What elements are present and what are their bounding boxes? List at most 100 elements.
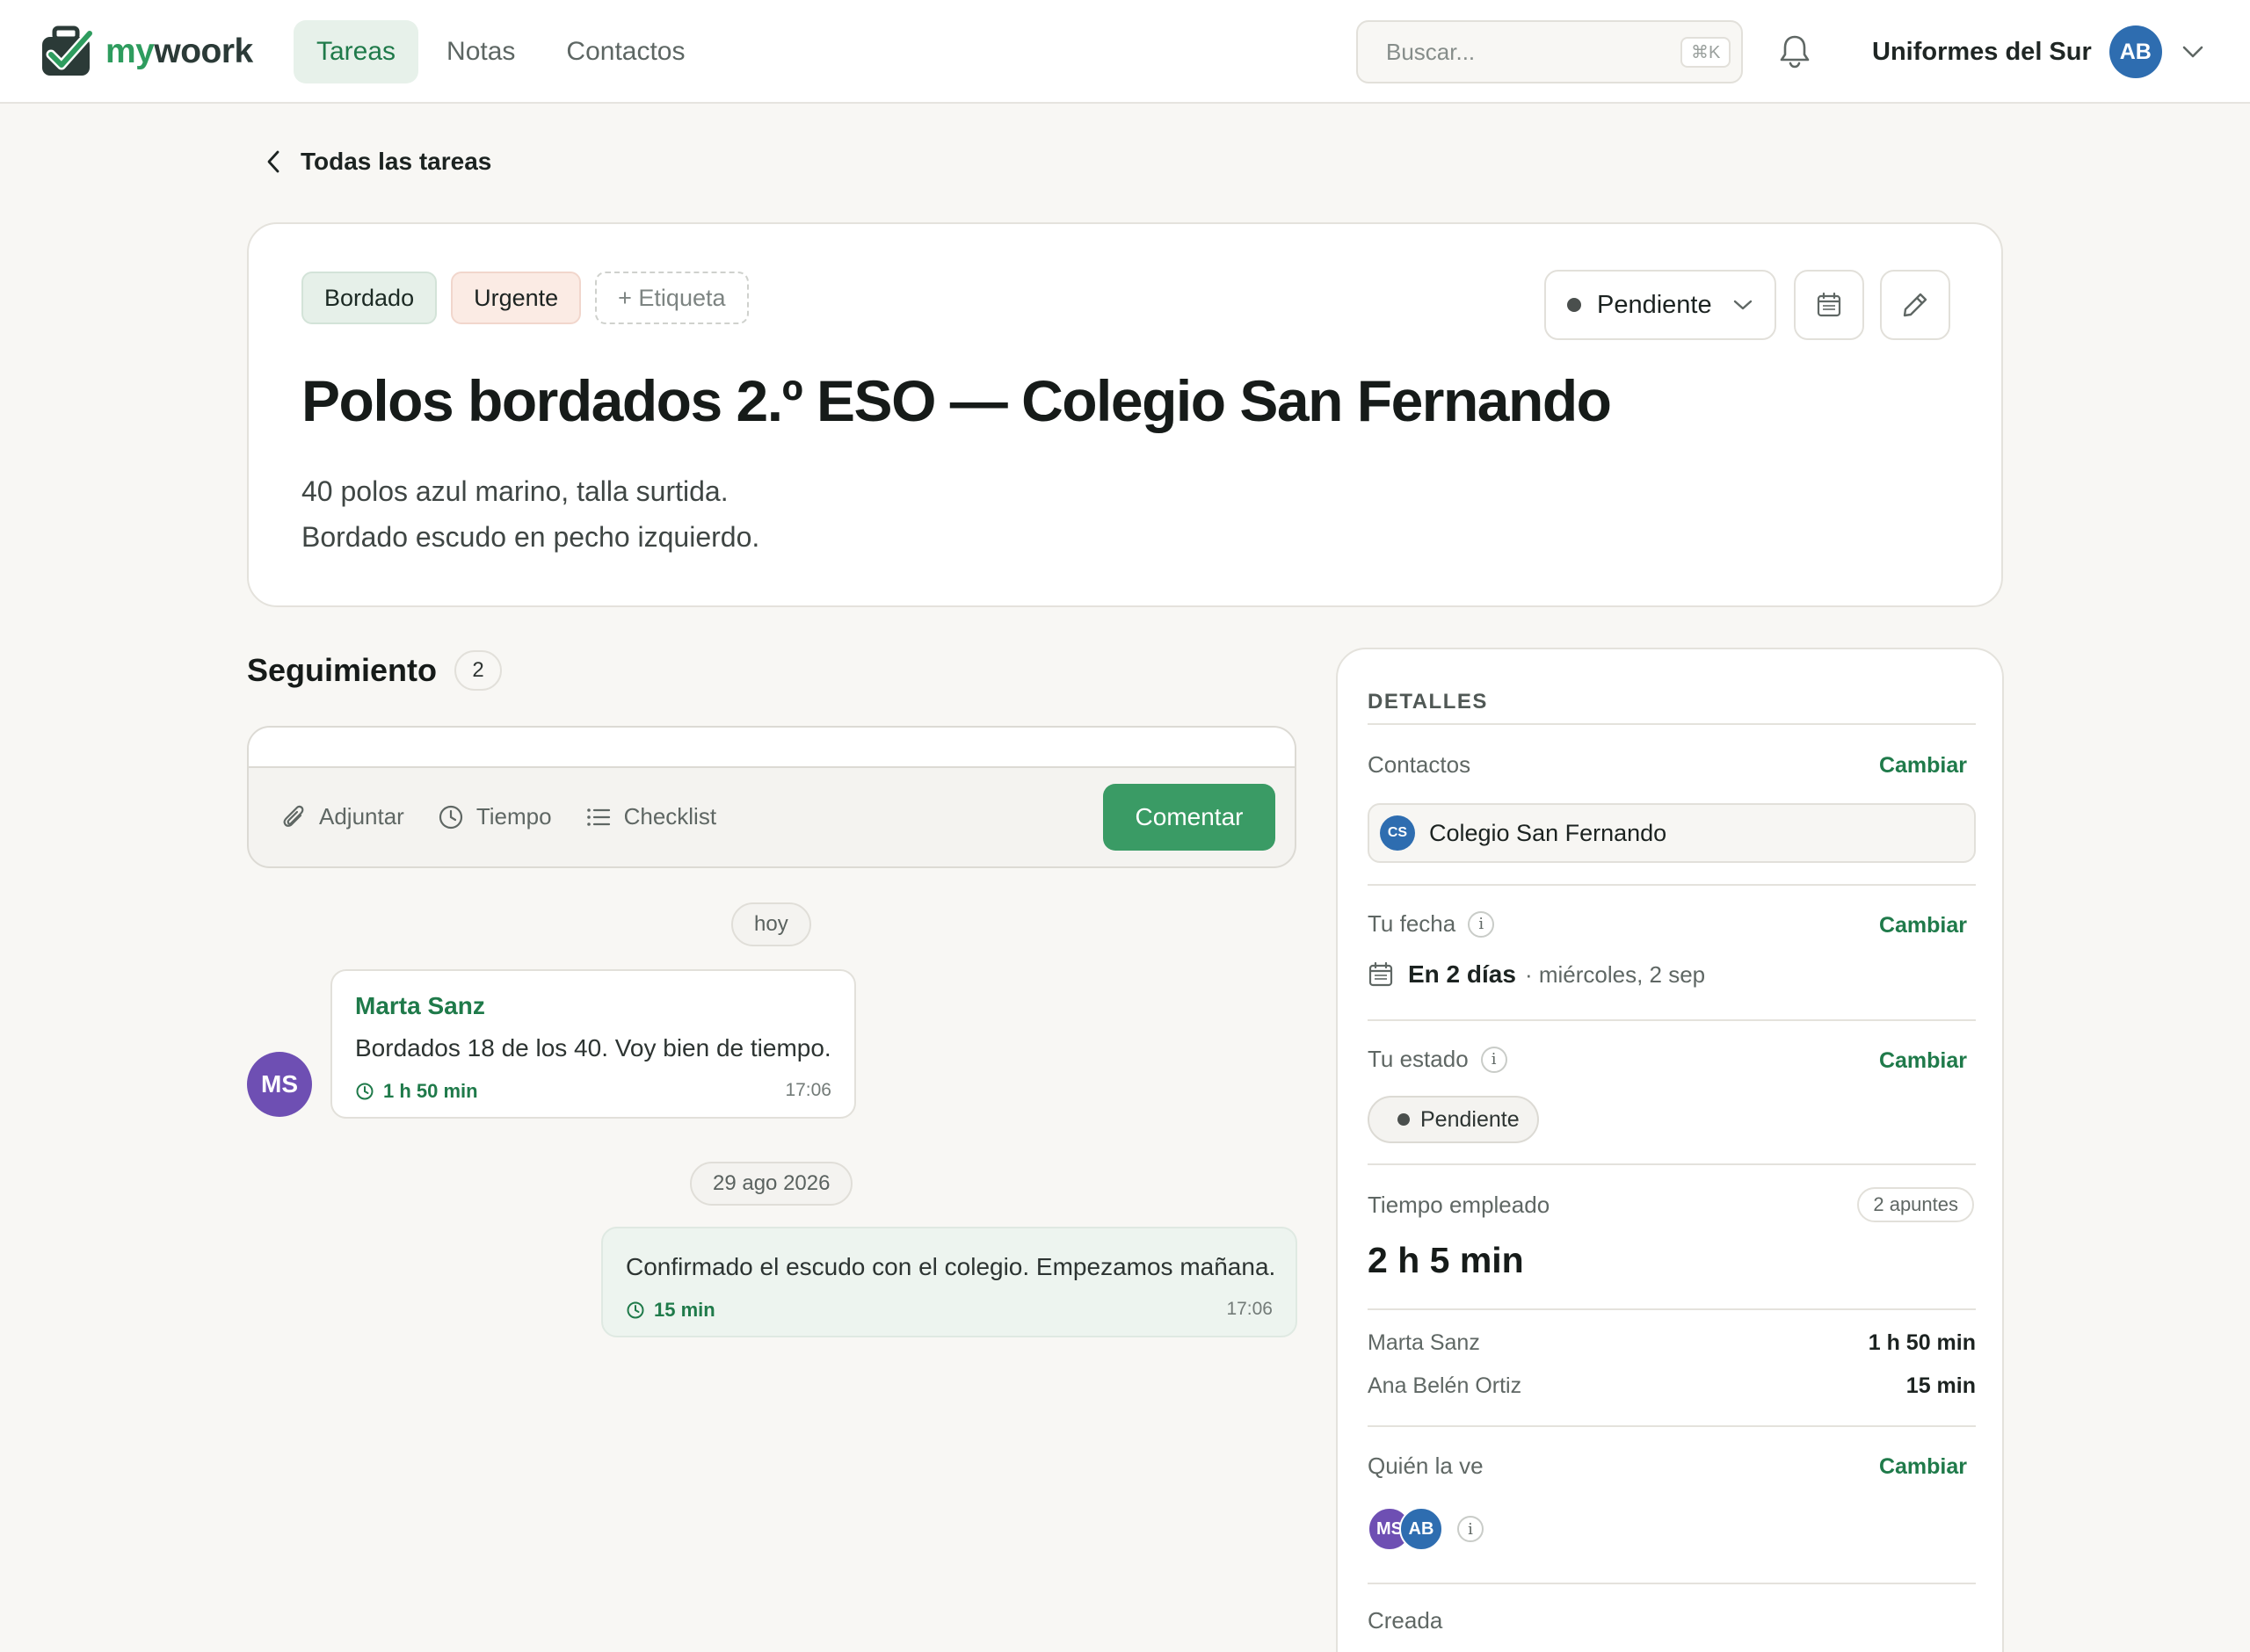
change-contacts-link[interactable]: Cambiar [1879, 753, 1967, 779]
top-bar: mywoork Tareas Notas Contactos ⌘K Unifor… [0, 0, 2250, 104]
comment-text: Bordados 18 de los 40. Voy bien de tiemp… [355, 1034, 831, 1061]
comment-author: Marta Sanz [355, 992, 485, 1019]
avatar: AB [2108, 25, 2162, 78]
status-dot [1397, 1113, 1410, 1126]
time-breakdown-amount: 15 min [1905, 1373, 1976, 1398]
tag-urgente[interactable]: Urgente [451, 272, 582, 324]
state-value: Pendiente [1420, 1106, 1520, 1132]
time-spent-total: 2 h 5 min [1368, 1240, 1524, 1280]
details-panel: DETALLES Contactos Cambiar CS Colegio Sa… [1336, 648, 2004, 1652]
date-separator: 29 ago 2026 [690, 1162, 853, 1206]
date-label-row: Tu fecha i [1368, 910, 1495, 938]
comment-duration: 1 h 50 min [355, 1080, 478, 1103]
details-heading: DETALLES [1368, 690, 1488, 714]
time-breakdown-amount: 1 h 50 min [1868, 1330, 1976, 1355]
comment-bubble: Marta Sanz Bordados 18 de los 40. Voy bi… [330, 969, 856, 1119]
followup-header: Seguimiento 2 [247, 650, 503, 691]
search-input[interactable] [1386, 38, 1680, 66]
bell-icon[interactable] [1779, 33, 1811, 69]
tag-list: Bordado Urgente + Etiqueta [301, 272, 749, 324]
change-state-link[interactable]: Cambiar [1879, 1048, 1967, 1074]
time-breakdown-person: Marta Sanz [1368, 1330, 1480, 1355]
task-card: Bordado Urgente + Etiqueta Pendiente Pol… [247, 222, 2003, 607]
time-label: Tiempo [475, 803, 552, 830]
viewer-avatars: MS AB i [1368, 1507, 1484, 1551]
divider [1368, 1308, 1976, 1310]
date-value: En 2 días · miércoles, 2 sep [1368, 960, 1705, 989]
comment-text: Confirmado el escudo con el colegio. Emp… [626, 1253, 1276, 1280]
composer-toolbar: Adjuntar Tiempo Checklist [282, 803, 716, 830]
state-label-row: Tu estado i [1368, 1046, 1507, 1073]
divider [1368, 1425, 1976, 1427]
change-visibility-link[interactable]: Cambiar [1879, 1454, 1967, 1480]
task-description: 40 polos azul marino, talla surtida. Bor… [301, 468, 759, 560]
chevron-left-icon [267, 150, 279, 173]
state-badge[interactable]: Pendiente [1368, 1096, 1539, 1143]
brand-name: mywoork [105, 33, 253, 70]
comment-composer: Adjuntar Tiempo Checklist Comentar [247, 726, 1296, 868]
divider [1368, 1163, 1976, 1165]
main-nav: Tareas Notas Contactos [294, 20, 708, 83]
status-dropdown[interactable]: Pendiente [1544, 270, 1776, 340]
list-icon [586, 808, 610, 826]
followup-count-badge: 2 [454, 650, 503, 691]
account-name: Uniformes del Sur [1872, 37, 2092, 66]
calendar-icon [1817, 292, 1841, 317]
change-date-link[interactable]: Cambiar [1879, 913, 1967, 938]
brand-logo[interactable]: mywoork [40, 25, 253, 79]
date-relative: En 2 días [1408, 960, 1516, 988]
task-description-line: Bordado escudo en pecho izquierdo. [301, 521, 760, 553]
time-breakdown-row: Marta Sanz 1 h 50 min [1368, 1330, 1976, 1356]
info-icon[interactable]: i [1468, 910, 1495, 938]
attach-button[interactable]: Adjuntar [282, 803, 404, 830]
chevron-down-icon [1733, 300, 1753, 310]
pencil-icon [1903, 293, 1927, 317]
add-tag-button[interactable]: + Etiqueta [595, 272, 749, 324]
followup-title: Seguimiento [247, 652, 438, 688]
info-icon[interactable]: i [1457, 1516, 1484, 1542]
date-label: Tu fecha [1368, 910, 1456, 937]
contact-chip[interactable]: CS Colegio San Fernando [1368, 803, 1976, 863]
divider [1368, 1583, 1976, 1584]
contacts-label: Contactos [1368, 751, 1471, 778]
created-label: Creada [1368, 1607, 1443, 1634]
back-link[interactable]: Todas las tareas [265, 148, 491, 176]
notes-count-badge: 2 apuntes [1857, 1187, 1974, 1222]
account-menu[interactable]: Uniformes del Sur AB [1872, 25, 2204, 79]
time-spent-label: Tiempo empleado [1368, 1192, 1550, 1218]
checklist-label: Checklist [623, 803, 717, 830]
task-description-line: 40 polos azul marino, talla surtida. [301, 475, 729, 507]
date-separator: hoy [731, 902, 811, 946]
avatar: CS [1380, 815, 1415, 851]
tab-notas[interactable]: Notas [424, 20, 538, 83]
avatar: MS [247, 1052, 312, 1117]
tab-contactos[interactable]: Contactos [543, 20, 708, 83]
date-absolute: · miércoles, 2 sep [1524, 960, 1706, 988]
tag-bordado[interactable]: Bordado [301, 272, 438, 324]
comment-button[interactable]: Comentar [1103, 784, 1275, 851]
search-box[interactable]: ⌘K [1356, 20, 1743, 83]
info-icon[interactable]: i [1480, 1046, 1507, 1073]
edit-button[interactable] [1880, 270, 1950, 340]
comment-time: 17:06 [785, 1080, 831, 1100]
visibility-label: Quién la ve [1368, 1453, 1484, 1479]
tab-tareas[interactable]: Tareas [294, 20, 419, 83]
task-title: Polos bordados 2.º ESO — Colegio San Fer… [301, 368, 1612, 433]
comment-bubble-own: Confirmado el escudo con el colegio. Emp… [601, 1227, 1297, 1337]
comment-time: 17:06 [1226, 1299, 1273, 1319]
comment-input[interactable] [249, 728, 1295, 768]
clock-icon [627, 1301, 644, 1319]
comment-duration-label: 1 h 50 min [383, 1080, 478, 1102]
time-breakdown-row: Ana Belén Ortiz 15 min [1368, 1373, 1976, 1399]
calendar-button[interactable] [1794, 270, 1864, 340]
calendar-icon [1368, 961, 1393, 987]
contact-name: Colegio San Fernando [1429, 819, 1667, 846]
time-button[interactable]: Tiempo [438, 803, 552, 830]
chevron-down-icon [2182, 46, 2203, 58]
paperclip-icon [283, 805, 304, 827]
status-label: Pendiente [1597, 290, 1712, 319]
state-label: Tu estado [1368, 1046, 1469, 1072]
checklist-button[interactable]: Checklist [585, 803, 716, 830]
avatar[interactable]: AB [1399, 1507, 1443, 1551]
status-dot [1567, 298, 1581, 312]
